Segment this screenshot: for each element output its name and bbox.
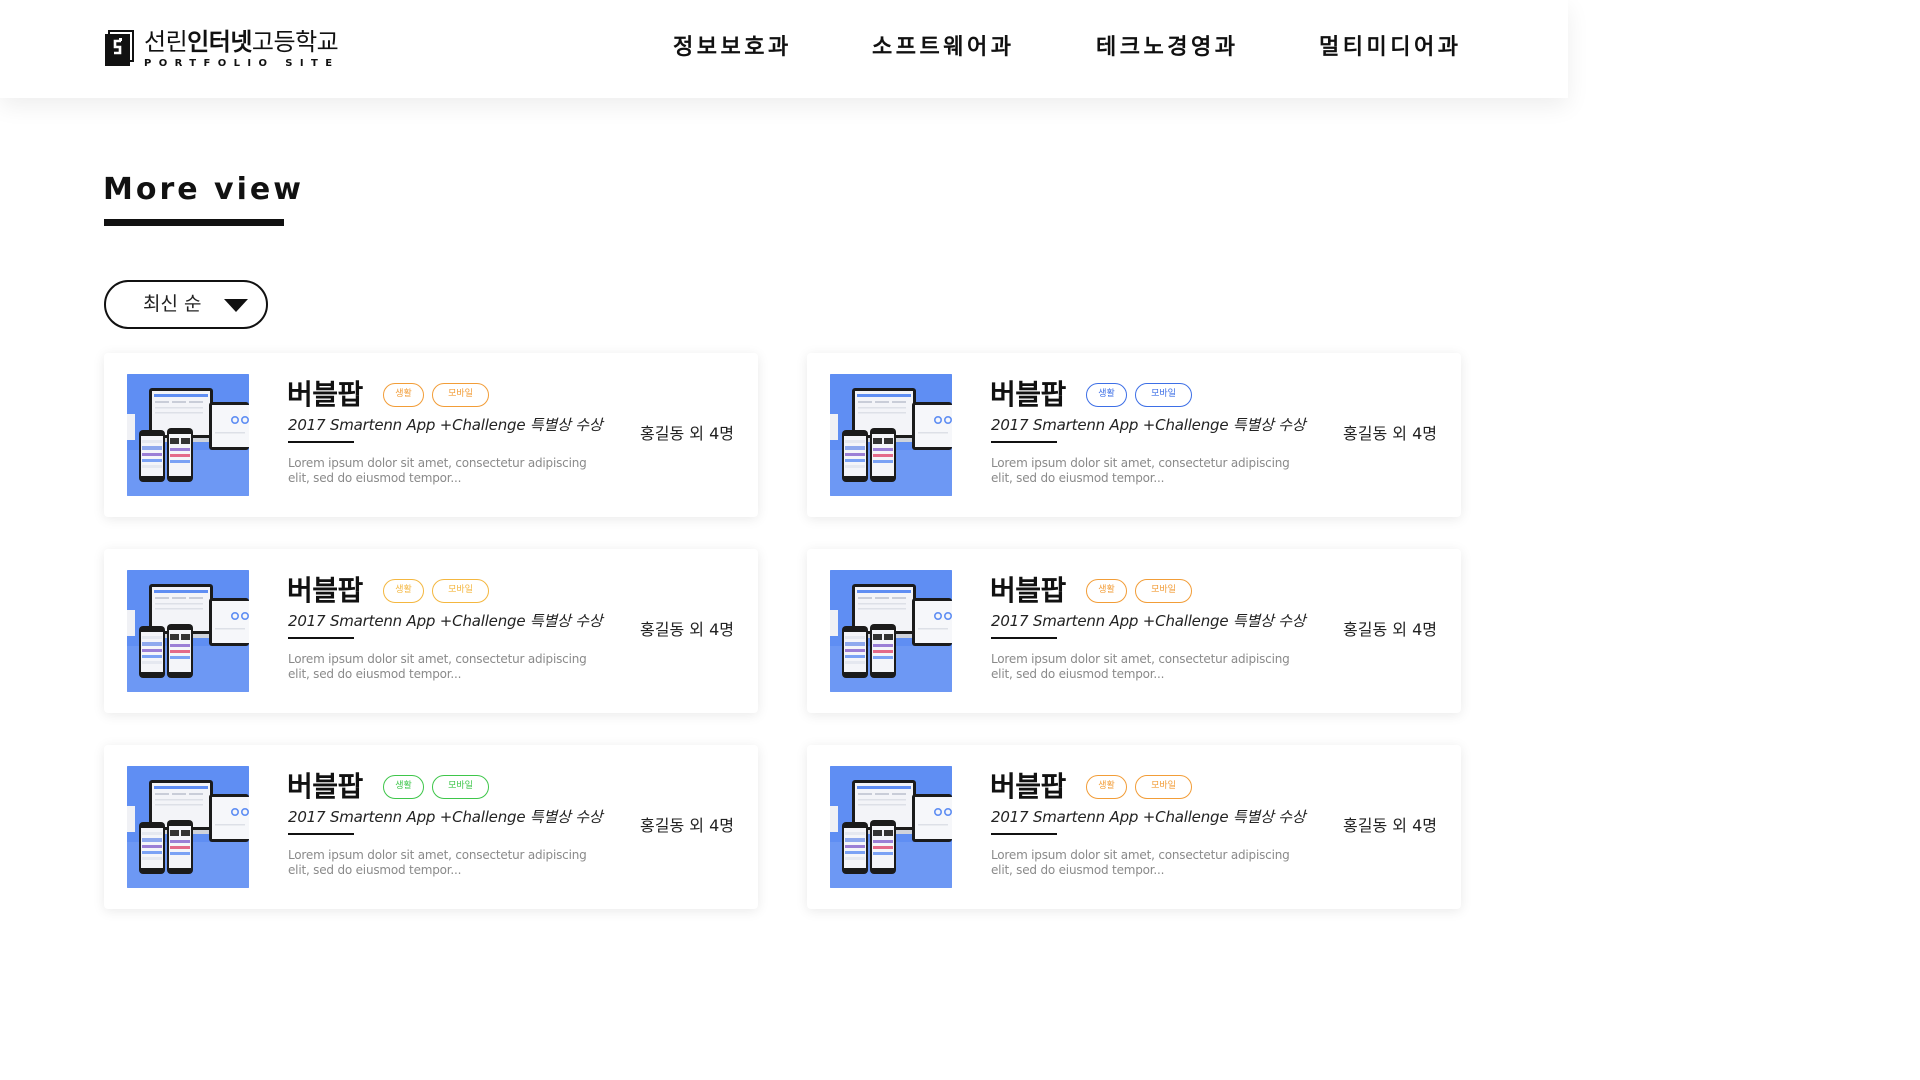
card-divider xyxy=(991,833,1057,835)
tag-platform[interactable]: 모바일 xyxy=(1135,775,1192,799)
project-title: 버블팝 xyxy=(287,574,363,607)
project-thumbnail xyxy=(127,570,249,692)
nav-item-information-security[interactable]: 정보보호과 xyxy=(673,30,792,66)
card-divider xyxy=(991,637,1057,639)
project-description: Lorem ipsum dolor sit amet, consectetur … xyxy=(288,456,587,485)
project-thumbnail xyxy=(830,570,952,692)
project-title: 버블팝 xyxy=(990,378,1066,411)
section-title: More view xyxy=(103,172,304,207)
tag-platform[interactable]: 모바일 xyxy=(432,775,489,799)
project-description: Lorem ipsum dolor sit amet, consectetur … xyxy=(288,652,587,681)
section-title-underline xyxy=(104,219,284,226)
project-authors: 홍길동 외 4명 xyxy=(1343,816,1437,835)
nav-item-multimedia[interactable]: 멀티미디어과 xyxy=(1319,30,1461,66)
project-authors: 홍길동 외 4명 xyxy=(1343,424,1437,443)
main-nav: 정보보호과 소프트웨어과 테크노경영과 멀티미디어과 xyxy=(0,30,1568,66)
project-description: Lorem ipsum dolor sit amet, consectetur … xyxy=(991,456,1290,485)
tag-category[interactable]: 생활 xyxy=(1086,579,1127,603)
project-card[interactable]: 버블팝 생활 모바일 2017 Smartenn App +Challenge … xyxy=(104,353,758,517)
project-award: 2017 Smartenn App +Challenge 특별상 수상 xyxy=(288,808,603,826)
project-award: 2017 Smartenn App +Challenge 특별상 수상 xyxy=(288,416,603,434)
project-description: Lorem ipsum dolor sit amet, consectetur … xyxy=(991,652,1290,681)
project-card[interactable]: 버블팝 생활 모바일 2017 Smartenn App +Challenge … xyxy=(104,549,758,713)
tag-category[interactable]: 생활 xyxy=(383,383,424,407)
project-award: 2017 Smartenn App +Challenge 특별상 수상 xyxy=(991,416,1306,434)
project-award: 2017 Smartenn App +Challenge 특별상 수상 xyxy=(991,612,1306,630)
tag-platform[interactable]: 모바일 xyxy=(432,579,489,603)
tag-category[interactable]: 생활 xyxy=(383,775,424,799)
project-award: 2017 Smartenn App +Challenge 특별상 수상 xyxy=(288,612,603,630)
sort-dropdown[interactable]: 최신 순 xyxy=(104,280,268,329)
nav-item-software[interactable]: 소프트웨어과 xyxy=(872,30,1014,66)
project-thumbnail xyxy=(127,766,249,888)
project-title: 버블팝 xyxy=(287,770,363,803)
site-header: 선린인터넷고등학교 PORTFOLIO SITE 정보보호과 소프트웨어과 테크… xyxy=(0,0,1568,98)
sort-label: 최신 순 xyxy=(143,293,202,315)
project-card[interactable]: 버블팝 생활 모바일 2017 Smartenn App +Challenge … xyxy=(807,745,1461,909)
tag-platform[interactable]: 모바일 xyxy=(432,383,489,407)
project-title: 버블팝 xyxy=(287,378,363,411)
project-authors: 홍길동 외 4명 xyxy=(640,424,734,443)
tag-category[interactable]: 생활 xyxy=(1086,775,1127,799)
nav-item-techno-management[interactable]: 테크노경영과 xyxy=(1096,30,1238,66)
project-card[interactable]: 버블팝 생활 모바일 2017 Smartenn App +Challenge … xyxy=(104,745,758,909)
project-award: 2017 Smartenn App +Challenge 특별상 수상 xyxy=(991,808,1306,826)
project-thumbnail xyxy=(127,374,249,496)
project-thumbnail xyxy=(830,374,952,496)
project-authors: 홍길동 외 4명 xyxy=(640,620,734,639)
card-divider xyxy=(288,441,354,443)
project-description: Lorem ipsum dolor sit amet, consectetur … xyxy=(991,848,1290,877)
card-divider xyxy=(288,833,354,835)
project-description: Lorem ipsum dolor sit amet, consectetur … xyxy=(288,848,587,877)
tag-category[interactable]: 생활 xyxy=(383,579,424,603)
project-card[interactable]: 버블팝 생활 모바일 2017 Smartenn App +Challenge … xyxy=(807,549,1461,713)
project-title: 버블팝 xyxy=(990,770,1066,803)
project-thumbnail xyxy=(830,766,952,888)
project-authors: 홍길동 외 4명 xyxy=(640,816,734,835)
project-card[interactable]: 버블팝 생활 모바일 2017 Smartenn App +Challenge … xyxy=(807,353,1461,517)
project-title: 버블팝 xyxy=(990,574,1066,607)
tag-platform[interactable]: 모바일 xyxy=(1135,383,1192,407)
card-divider xyxy=(288,637,354,639)
card-divider xyxy=(991,441,1057,443)
caret-down-icon xyxy=(224,299,248,312)
project-authors: 홍길동 외 4명 xyxy=(1343,620,1437,639)
tag-platform[interactable]: 모바일 xyxy=(1135,579,1192,603)
tag-category[interactable]: 생활 xyxy=(1086,383,1127,407)
